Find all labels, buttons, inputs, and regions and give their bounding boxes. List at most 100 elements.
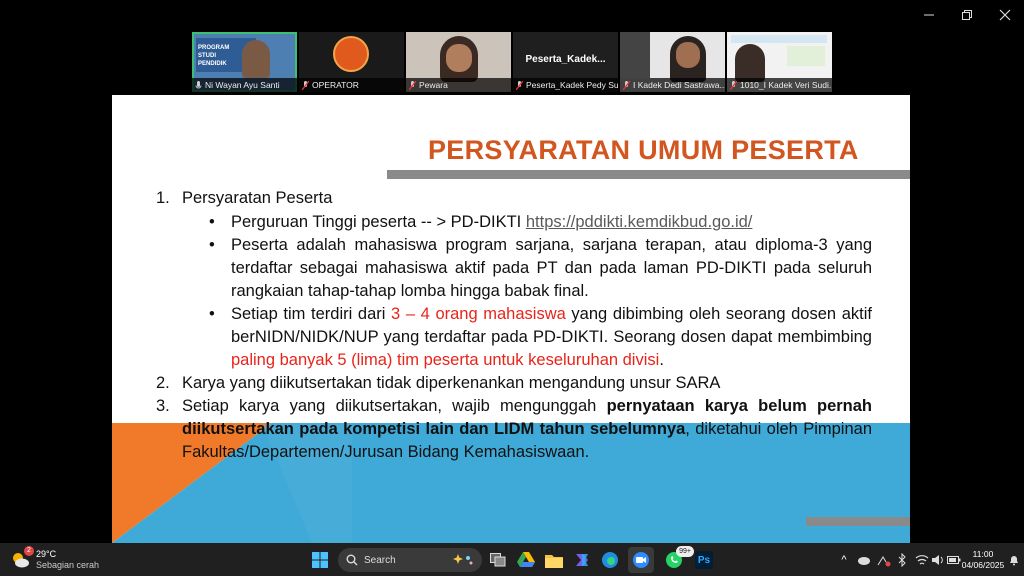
pddikti-link[interactable]: https://pddikti.kemdikbud.go.id/ bbox=[526, 213, 753, 231]
highlight-text: 3 – 4 orang mahasiswa bbox=[391, 305, 566, 323]
whatsapp-badge: 99+ bbox=[676, 546, 694, 557]
participant-face bbox=[676, 42, 700, 68]
copilot-glyph bbox=[576, 554, 588, 566]
tray-icon-misc[interactable] bbox=[894, 552, 910, 568]
mic-muted-icon bbox=[623, 80, 630, 90]
participant-tile[interactable]: OPERATOR bbox=[299, 32, 404, 92]
bullet-icon: • bbox=[209, 213, 215, 231]
weather-widget[interactable]: 29°C Sebagian cerah 2 bbox=[10, 546, 120, 573]
wifi-button[interactable] bbox=[914, 552, 930, 568]
network-alert-icon bbox=[877, 556, 891, 567]
chevron-up-icon: ^ bbox=[841, 554, 847, 566]
list-item: 1. Persyaratan Peserta bbox=[156, 187, 872, 210]
university-logo bbox=[333, 36, 369, 72]
participant-face bbox=[446, 44, 472, 72]
participant-strip: PROGRAM STUDI PENDIDIK Ni Wayan Ayu Sant… bbox=[192, 32, 832, 92]
participant-tile[interactable]: 1010_I Kadek Veri Sudi... bbox=[727, 32, 832, 92]
footer-bar bbox=[806, 517, 910, 526]
participant-tile[interactable]: I Kadek Dedi Sastrawa... bbox=[620, 32, 725, 92]
highlight-text: paling banyak 5 (lima) tim peserta untuk… bbox=[231, 351, 660, 369]
slide-content: 1. Persyaratan Peserta • Perguruan Tingg… bbox=[156, 187, 872, 464]
bullet-text: Peserta adalah mahasiswa program sarjana… bbox=[231, 236, 872, 300]
battery-icon bbox=[947, 556, 961, 564]
photoshop-icon[interactable]: Ps bbox=[694, 550, 714, 570]
participant-name: Peserta_Kadek Pedy Su... bbox=[526, 80, 618, 90]
wifi-icon bbox=[915, 555, 929, 565]
folder-glyph bbox=[545, 554, 563, 568]
participant-video bbox=[242, 40, 270, 78]
tray-icon-sync[interactable] bbox=[856, 552, 872, 568]
speaker-icon bbox=[932, 555, 943, 565]
bullet-item: • Perguruan Tinggi peserta -- > PD-DIKTI… bbox=[156, 211, 872, 234]
zoom-app-icon[interactable] bbox=[628, 547, 654, 573]
bullet-text-end: . bbox=[659, 351, 664, 369]
weather-badge: 2 bbox=[24, 546, 34, 556]
participant-background bbox=[620, 32, 650, 78]
participant-display-name: Peserta_Kadek... bbox=[525, 54, 606, 65]
start-button[interactable] bbox=[308, 548, 332, 572]
participant-name: I Kadek Dedi Sastrawa... bbox=[633, 80, 725, 90]
participant-tile[interactable]: PROGRAM STUDI PENDIDIK Ni Wayan Ayu Sant… bbox=[192, 32, 297, 92]
participant-name: Ni Wayan Ayu Santi bbox=[205, 80, 280, 90]
shared-slide: PERSYARATAN UMUM PESERTA 1. Persyaratan … bbox=[112, 95, 910, 543]
zoom-glyph bbox=[633, 552, 649, 568]
list-item-text: Karya yang diikutsertakan tidak diperken… bbox=[182, 374, 721, 392]
list-item-text: Setiap karya yang diikutsertakan, wajib … bbox=[182, 397, 597, 415]
weather-desc: Sebagian cerah bbox=[36, 560, 100, 570]
minimize-button[interactable] bbox=[910, 0, 948, 30]
bullet-icon: • bbox=[209, 236, 215, 254]
bullet-text: Setiap tim terdiri dari bbox=[231, 305, 386, 323]
close-icon bbox=[999, 9, 1011, 21]
bullet-item: • Setiap tim terdiri dari 3 – 4 orang ma… bbox=[156, 303, 872, 372]
bullet-icon: • bbox=[209, 305, 215, 323]
clock-date: 04/06/2025 bbox=[961, 560, 1005, 570]
list-item: 2. Karya yang diikutsertakan tidak diper… bbox=[156, 372, 872, 395]
file-explorer-icon[interactable] bbox=[544, 550, 564, 570]
minimize-icon bbox=[924, 14, 934, 16]
copilot-icon[interactable] bbox=[572, 550, 592, 570]
restore-icon bbox=[962, 10, 972, 20]
bullet-text: Perguruan Tinggi peserta -- > PD-DIKTI bbox=[231, 213, 522, 231]
title-underline bbox=[387, 170, 910, 179]
edge-icon[interactable] bbox=[600, 550, 620, 570]
mic-muted-icon bbox=[516, 80, 523, 90]
notification-button[interactable] bbox=[1006, 552, 1022, 568]
whatsapp-icon[interactable]: 99+ bbox=[664, 546, 694, 570]
photoshop-label: Ps bbox=[695, 551, 713, 569]
participant-tile[interactable]: Peserta_Kadek... Peserta_Kadek Pedy Su..… bbox=[513, 32, 618, 92]
google-drive-icon[interactable] bbox=[516, 550, 536, 570]
participant-thumb-text: PROGRAM STUDI PENDIDIK bbox=[198, 45, 230, 67]
edge-glyph bbox=[602, 552, 618, 568]
list-number: 1. bbox=[156, 189, 170, 207]
mic-muted-icon bbox=[409, 80, 416, 90]
mic-muted-icon bbox=[730, 80, 737, 90]
bell-icon bbox=[1010, 556, 1018, 566]
weather-temp: 29°C bbox=[36, 549, 57, 559]
task-view-icon[interactable] bbox=[488, 550, 508, 570]
close-button[interactable] bbox=[986, 0, 1024, 30]
mic-muted-icon bbox=[302, 80, 309, 90]
slide-title: PERSYARATAN UMUM PESERTA bbox=[428, 135, 859, 165]
task-view-glyph bbox=[490, 553, 506, 567]
restore-button[interactable] bbox=[948, 0, 986, 30]
cloud-sync-icon bbox=[858, 557, 870, 565]
volume-button[interactable] bbox=[930, 552, 946, 568]
list-number: 3. bbox=[156, 397, 170, 415]
participant-name: 1010_I Kadek Veri Sudi... bbox=[740, 80, 832, 90]
drive-glyph bbox=[517, 552, 535, 567]
list-item-label: Persyaratan Peserta bbox=[182, 189, 333, 207]
tray-overflow-button[interactable]: ^ bbox=[836, 551, 852, 569]
tray-icon-network-alert[interactable] bbox=[876, 552, 892, 568]
search-icon bbox=[346, 554, 358, 566]
participant-tile[interactable]: Pewara bbox=[406, 32, 511, 92]
participant-video bbox=[735, 44, 765, 82]
participant-poster bbox=[787, 46, 825, 66]
clock[interactable]: 11:00 04/06/2025 bbox=[960, 547, 1006, 573]
participant-name: Pewara bbox=[419, 80, 448, 90]
clock-time: 11:00 bbox=[972, 549, 994, 559]
list-number: 2. bbox=[156, 374, 170, 392]
windows-logo-icon bbox=[312, 552, 328, 568]
bullet-item: • Peserta adalah mahasiswa program sarja… bbox=[156, 234, 872, 303]
search-box[interactable]: Search bbox=[338, 548, 482, 572]
list-item: 3. Setiap karya yang diikutsertakan, waj… bbox=[156, 395, 872, 464]
